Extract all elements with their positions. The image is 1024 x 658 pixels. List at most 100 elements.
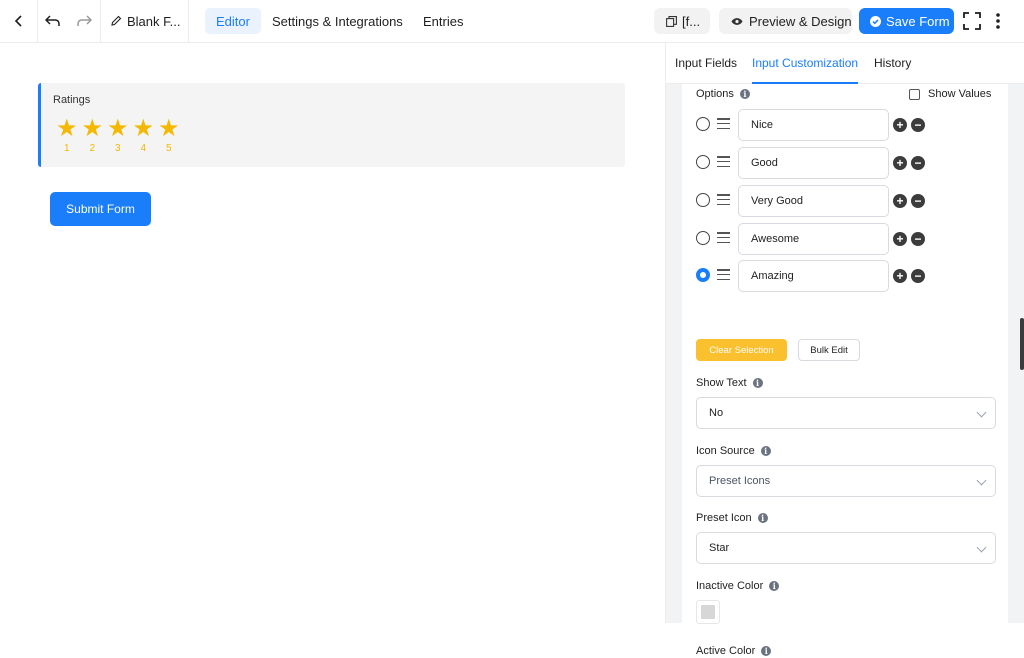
save-form-button[interactable]: Save Form [859, 8, 954, 34]
icon-source-label: Icon Source [696, 445, 755, 457]
preset-icon-heading: Preset Icon i [696, 511, 768, 525]
option-input[interactable]: Amazing [738, 260, 889, 292]
form-title[interactable]: Blank F... [101, 0, 189, 42]
bulk-edit-button[interactable]: Bulk Edit [798, 339, 860, 361]
chevron-down-icon [976, 407, 987, 418]
option-radio[interactable] [696, 117, 710, 131]
shortcode-button[interactable]: [f... [654, 8, 710, 34]
option-row: Very Good + − [696, 185, 996, 217]
star-2[interactable]: ★ 2 [80, 115, 106, 155]
add-option-icon[interactable]: + [893, 194, 907, 208]
tab-entries[interactable]: Entries [412, 8, 474, 34]
star-icon: ★ [132, 115, 154, 142]
remove-option-icon[interactable]: − [911, 194, 925, 208]
add-option-icon[interactable]: + [893, 269, 907, 283]
tab-input-customization[interactable]: Input Customization [752, 43, 859, 84]
star-number: 1 [63, 143, 70, 154]
preset-icon-label: Preset Icon [696, 512, 752, 524]
submit-form-button[interactable]: Submit Form [50, 192, 151, 226]
chevron-down-icon [976, 542, 987, 553]
star-5[interactable]: ★ 5 [156, 117, 182, 155]
preview-design-button[interactable]: Preview & Design [719, 8, 852, 34]
show-values-toggle[interactable]: Show Values [909, 87, 991, 101]
settings-panel: Input Fields Input Customization History… [665, 43, 1024, 657]
active-color-heading: Active Color i [696, 644, 772, 658]
customization-body: Options i Show Values Nice + − Good + − … [682, 84, 1008, 657]
eye-icon [731, 17, 743, 25]
info-icon: i [760, 446, 771, 456]
remove-option-icon[interactable]: − [911, 118, 925, 132]
panel-gutter [666, 84, 682, 623]
tab-input-fields[interactable]: Input Fields [675, 43, 737, 83]
remove-option-icon[interactable]: − [911, 269, 925, 283]
star-icon: ★ [106, 115, 129, 142]
add-option-icon[interactable]: + [893, 156, 907, 170]
undo-button[interactable] [38, 0, 68, 42]
icon-source-select[interactable]: Preset Icons [696, 465, 996, 497]
star-rating[interactable]: ★ 1 ★ 2 ★ 3 ★ 4 ★ 5 [54, 115, 182, 155]
preset-icon-select[interactable]: Star [696, 532, 996, 564]
options-label: Options [696, 88, 734, 100]
show-text-label: Show Text [696, 377, 747, 389]
tab-history[interactable]: History [874, 43, 911, 83]
scrollbar-handle[interactable] [1020, 318, 1024, 370]
form-canvas: Ratings ★ 1 ★ 2 ★ 3 ★ 4 ★ 5 Submit Form [0, 43, 665, 623]
option-row: Nice + − [696, 109, 996, 141]
chevron-down-icon [976, 475, 987, 486]
active-color-label: Active Color [696, 645, 756, 657]
star-4[interactable]: ★ 4 [131, 115, 157, 155]
option-input[interactable]: Awesome [738, 223, 889, 255]
redo-button[interactable] [68, 0, 101, 42]
save-label: Save Form [886, 13, 950, 29]
remove-option-icon[interactable]: − [911, 156, 925, 170]
ratings-field[interactable]: Ratings ★ 1 ★ 2 ★ 3 ★ 4 ★ 5 [38, 83, 625, 167]
tab-settings-integrations[interactable]: Settings & Integrations [261, 8, 414, 34]
option-radio[interactable] [696, 155, 710, 169]
option-input[interactable]: Good [738, 147, 889, 179]
show-values-label: Show Values [928, 88, 992, 100]
star-number: 4 [140, 143, 147, 154]
option-radio[interactable] [696, 193, 710, 207]
tab-editor[interactable]: Editor [205, 8, 261, 34]
color-swatch [701, 605, 715, 619]
preset-icon-value: Star [709, 542, 730, 554]
inactive-color-picker[interactable] [696, 600, 720, 624]
more-menu-button[interactable] [988, 0, 1008, 42]
star-number: 5 [165, 143, 172, 154]
info-icon: i [761, 646, 772, 656]
options-heading: Options i [696, 87, 750, 101]
option-input[interactable]: Very Good [738, 185, 889, 217]
star-1[interactable]: ★ 1 [54, 117, 80, 155]
back-button[interactable] [0, 0, 38, 42]
field-label: Ratings [53, 94, 91, 106]
star-number: 2 [89, 143, 96, 154]
drag-handle-icon[interactable] [717, 269, 730, 280]
inactive-color-heading: Inactive Color i [696, 579, 780, 593]
drag-handle-icon[interactable] [717, 232, 730, 243]
inactive-color-label: Inactive Color [696, 580, 764, 592]
option-row: Awesome + − [696, 223, 996, 255]
add-option-icon[interactable]: + [893, 232, 907, 246]
remove-option-icon[interactable]: − [911, 232, 925, 246]
icon-source-value: Preset Icons [709, 475, 771, 487]
drag-handle-icon[interactable] [717, 118, 730, 129]
checkbox-icon[interactable] [909, 88, 920, 100]
form-title-text: Blank F... [127, 13, 181, 29]
option-row: Amazing + − [696, 260, 996, 292]
star-icon: ★ [81, 115, 103, 142]
option-radio-selected[interactable] [696, 268, 710, 282]
top-toolbar: Blank F... Editor Settings & Integration… [0, 0, 1024, 43]
clear-selection-button[interactable]: Clear Selection [696, 339, 787, 361]
preview-label: Preview & Design [749, 13, 852, 29]
icon-source-heading: Icon Source i [696, 444, 771, 458]
info-icon: i [752, 378, 763, 388]
option-input[interactable]: Nice [738, 109, 889, 141]
star-3[interactable]: ★ 3 [105, 115, 131, 155]
drag-handle-icon[interactable] [717, 156, 730, 167]
drag-handle-icon[interactable] [717, 194, 730, 205]
option-radio[interactable] [696, 231, 710, 245]
show-text-select[interactable]: No [696, 397, 996, 429]
add-option-icon[interactable]: + [893, 118, 907, 132]
shortcode-label: [f... [682, 13, 701, 29]
fullscreen-button[interactable] [960, 0, 984, 42]
